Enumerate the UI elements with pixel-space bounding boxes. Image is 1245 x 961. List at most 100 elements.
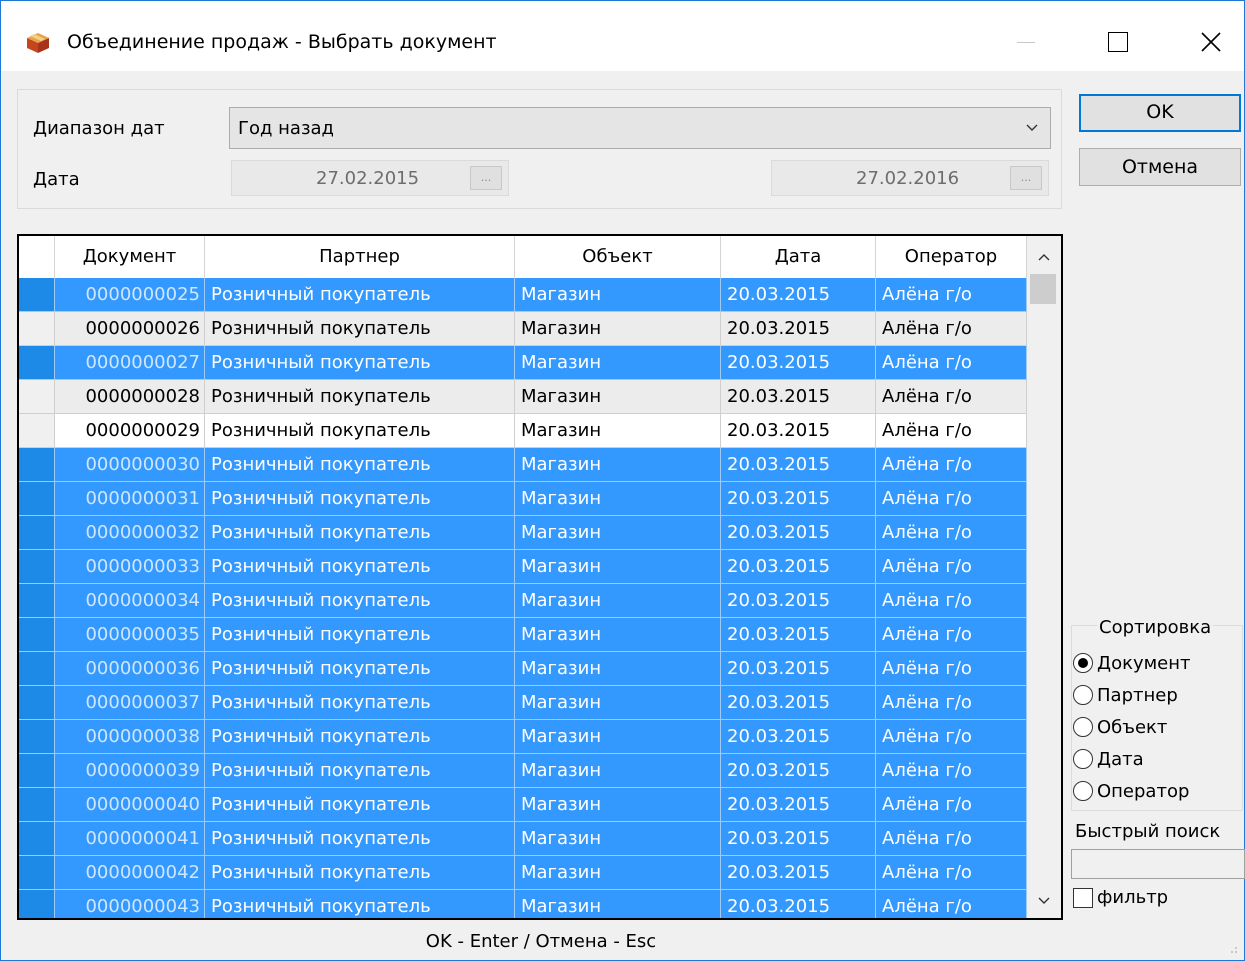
row-indicator[interactable] bbox=[19, 278, 55, 312]
cell-object: Магазин bbox=[515, 890, 721, 918]
scroll-thumb[interactable] bbox=[1030, 274, 1056, 304]
row-indicator[interactable] bbox=[19, 346, 55, 380]
sort-radio-option[interactable]: Объект bbox=[1073, 713, 1167, 741]
table-header: Документ Партнер Объект Дата Оператор bbox=[19, 236, 1027, 278]
table-row[interactable]: 0000000041 Розничный покупатель Магазин 20.… bbox=[19, 822, 1027, 856]
row-indicator[interactable] bbox=[19, 788, 55, 822]
cell-partner: Розничный покупатель bbox=[205, 550, 515, 584]
ok-button[interactable]: OK bbox=[1079, 94, 1241, 132]
cell-date: 20.03.2015 bbox=[721, 686, 876, 720]
date-label: Дата bbox=[33, 169, 80, 190]
row-indicator[interactable] bbox=[19, 584, 55, 618]
vertical-scrollbar[interactable] bbox=[1027, 236, 1061, 918]
row-indicator[interactable] bbox=[19, 856, 55, 890]
cell-operator: Алёна г/о bbox=[876, 414, 1027, 448]
resize-grip-icon[interactable] bbox=[1226, 942, 1238, 954]
sort-legend: Сортировка bbox=[1097, 617, 1214, 638]
row-indicator[interactable] bbox=[19, 822, 55, 856]
maximize-icon bbox=[1108, 32, 1128, 52]
header-object[interactable]: Объект bbox=[515, 236, 721, 278]
radio-button[interactable] bbox=[1073, 749, 1093, 769]
cell-document: 0000000042 bbox=[55, 856, 205, 890]
dialog-window: Объединение продаж - Выбрать документ Ди… bbox=[0, 0, 1245, 961]
radio-button[interactable] bbox=[1073, 653, 1093, 673]
header-document[interactable]: Документ bbox=[55, 236, 205, 278]
date-to-field[interactable]: 27.02.2016 ... bbox=[771, 160, 1049, 196]
scroll-down-button[interactable] bbox=[1027, 884, 1061, 918]
cell-date: 20.03.2015 bbox=[721, 584, 876, 618]
quick-search-input[interactable] bbox=[1071, 849, 1245, 879]
sort-option-label: Документ bbox=[1097, 652, 1191, 674]
table-row[interactable]: 0000000035 Розничный покупатель Магазин 20.… bbox=[19, 618, 1027, 652]
cell-document: 0000000036 bbox=[55, 652, 205, 686]
sort-radio-option[interactable]: Оператор bbox=[1073, 777, 1189, 805]
keyboard-hint: OK - Enter / Отмена - Esc bbox=[425, 931, 657, 952]
date-range-select[interactable]: Год назад bbox=[229, 107, 1051, 149]
table-row[interactable]: 0000000043 Розничный покупатель Магазин 20.… bbox=[19, 890, 1027, 918]
row-indicator[interactable] bbox=[19, 652, 55, 686]
date-range-label: Диапазон дат bbox=[33, 118, 165, 139]
row-indicator[interactable] bbox=[19, 312, 55, 346]
table-row[interactable]: 0000000039 Розничный покупатель Магазин 20.… bbox=[19, 754, 1027, 788]
cell-document: 0000000038 bbox=[55, 720, 205, 754]
date-from-picker-button[interactable]: ... bbox=[470, 166, 502, 190]
table-row[interactable]: 0000000028 Розничный покупатель Магазин 20.… bbox=[19, 380, 1027, 414]
row-indicator[interactable] bbox=[19, 550, 55, 584]
row-indicator[interactable] bbox=[19, 414, 55, 448]
cell-date: 20.03.2015 bbox=[721, 550, 876, 584]
checkbox-box[interactable] bbox=[1073, 887, 1093, 908]
row-indicator[interactable] bbox=[19, 482, 55, 516]
cell-document: 0000000027 bbox=[55, 346, 205, 380]
sort-radio-option[interactable]: Партнер bbox=[1073, 681, 1178, 709]
cell-object: Магазин bbox=[515, 584, 721, 618]
cell-date: 20.03.2015 bbox=[721, 380, 876, 414]
table-row[interactable]: 0000000038 Розничный покупатель Магазин 20.… bbox=[19, 720, 1027, 754]
header-date[interactable]: Дата bbox=[721, 236, 876, 278]
cell-date: 20.03.2015 bbox=[721, 754, 876, 788]
filter-checkbox[interactable]: фильтр bbox=[1073, 887, 1168, 908]
table-row[interactable]: 0000000040 Розничный покупатель Магазин 20.… bbox=[19, 788, 1027, 822]
window-title: Объединение продаж - Выбрать документ bbox=[67, 31, 497, 53]
table-row[interactable]: 0000000029 Розничный покупатель Магазин 20.… bbox=[19, 414, 1027, 448]
table-row[interactable]: 0000000027 Розничный покупатель Магазин 20.… bbox=[19, 346, 1027, 380]
cell-date: 20.03.2015 bbox=[721, 720, 876, 754]
table-row[interactable]: 0000000042 Розничный покупатель Магазин 20.… bbox=[19, 856, 1027, 890]
date-from-field[interactable]: 27.02.2015 ... bbox=[231, 160, 509, 196]
table-row[interactable]: 0000000032 Розничный покупатель Магазин 20.… bbox=[19, 516, 1027, 550]
row-indicator[interactable] bbox=[19, 754, 55, 788]
cell-partner: Розничный покупатель bbox=[205, 346, 515, 380]
row-indicator[interactable] bbox=[19, 720, 55, 754]
table-row[interactable]: 0000000037 Розничный покупатель Магазин 20.… bbox=[19, 686, 1027, 720]
table-row[interactable]: 0000000033 Розничный покупатель Магазин 20.… bbox=[19, 550, 1027, 584]
cell-partner: Розничный покупатель bbox=[205, 482, 515, 516]
header-partner[interactable]: Партнер bbox=[205, 236, 515, 278]
sort-radio-option[interactable]: Дата bbox=[1073, 745, 1144, 773]
header-operator[interactable]: Оператор bbox=[876, 236, 1027, 278]
table-row[interactable]: 0000000031 Розничный покупатель Магазин 20.… bbox=[19, 482, 1027, 516]
sort-radio-option[interactable]: Документ bbox=[1073, 649, 1191, 677]
cancel-button[interactable]: Отмена bbox=[1079, 148, 1241, 186]
maximize-button[interactable] bbox=[1083, 17, 1153, 67]
cell-object: Магазин bbox=[515, 550, 721, 584]
table-row[interactable]: 0000000026 Розничный покупатель Магазин 20.… bbox=[19, 312, 1027, 346]
minimize-button[interactable] bbox=[991, 17, 1061, 67]
table-row[interactable]: 0000000036 Розничный покупатель Магазин 20.… bbox=[19, 652, 1027, 686]
row-indicator[interactable] bbox=[19, 380, 55, 414]
table-row[interactable]: 0000000034 Розничный покупатель Магазин 20.… bbox=[19, 584, 1027, 618]
cell-date: 20.03.2015 bbox=[721, 856, 876, 890]
row-indicator[interactable] bbox=[19, 686, 55, 720]
row-indicator[interactable] bbox=[19, 516, 55, 550]
cell-date: 20.03.2015 bbox=[721, 516, 876, 550]
radio-button[interactable] bbox=[1073, 717, 1093, 737]
radio-button[interactable] bbox=[1073, 685, 1093, 705]
row-indicator[interactable] bbox=[19, 618, 55, 652]
close-button[interactable] bbox=[1176, 17, 1245, 67]
date-to-picker-button[interactable]: ... bbox=[1010, 166, 1042, 190]
table-row[interactable]: 0000000030 Розничный покупатель Магазин 20.… bbox=[19, 448, 1027, 482]
row-indicator[interactable] bbox=[19, 448, 55, 482]
scroll-up-button[interactable] bbox=[1027, 240, 1061, 274]
documents-table[interactable]: Документ Партнер Объект Дата Оператор 00… bbox=[17, 234, 1063, 920]
table-row[interactable]: 0000000025 Розничный покупатель Магазин 20.… bbox=[19, 278, 1027, 312]
row-indicator[interactable] bbox=[19, 890, 55, 918]
radio-button[interactable] bbox=[1073, 781, 1093, 801]
